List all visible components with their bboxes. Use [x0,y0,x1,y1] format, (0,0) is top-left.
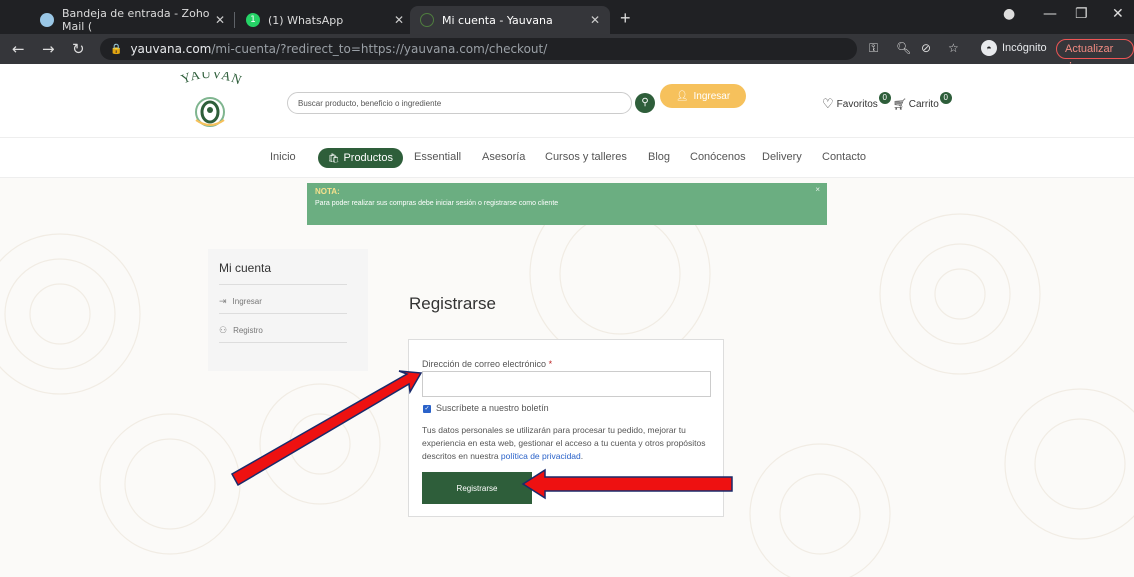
nav-blog[interactable]: Blog [648,151,670,163]
profile-icon[interactable]: ● [1003,6,1015,22]
divider [219,342,347,343]
close-tab-icon[interactable]: ✕ [215,13,225,27]
nav-asesoria[interactable]: Asesoría [482,151,525,163]
key-icon[interactable]: ⚿ [869,41,878,56]
nav-contacto[interactable]: Contacto [822,151,866,163]
url-host: yauvana.com [130,42,212,56]
tab-separator [234,12,235,28]
reload-icon[interactable]: ↻ [72,40,85,58]
account-sidebar: Mi cuenta ⇥ Ingresar ⚇ Registro [208,249,368,371]
update-label: Actualizar [1065,43,1114,55]
privacy-policy-link[interactable]: política de privacidad [501,451,581,461]
new-tab-icon[interactable]: + [620,8,631,29]
tab-yauvana[interactable]: Mi cuenta - Yauvana ✕ [410,6,610,34]
address-bar-row: ← → ↻ 🔒 yauvana.com /mi-cuenta/?redirect… [0,34,1134,73]
yauvana-icon [420,13,434,27]
login-label: Ingresar [693,90,731,102]
nav-cursos[interactable]: Cursos y talleres [545,151,627,163]
register-form: Dirección de correo electrónico * ✓ Susc… [408,339,724,517]
tab-zoho-mail[interactable]: Bandeja de entrada - Zoho Mail ( ✕ [30,6,235,34]
account-title: Mi cuenta [219,261,272,275]
newsletter-label: Suscríbete a nuestro boletín [436,403,549,413]
login-arrow-icon: ⇥ [219,296,227,306]
tab-title: Bandeja de entrada - Zoho Mail ( [62,7,210,33]
main-nav: Inicio 🛍︎ Productos Essentiall Asesoría … [0,138,1134,178]
register-button[interactable]: Registrarse [422,472,532,504]
cart-count-badge: 0 [939,92,952,104]
nav-delivery[interactable]: Delivery [762,151,802,163]
newsletter-checkbox[interactable]: ✓ [423,405,431,413]
user-icon: 👤︎ [675,90,689,102]
close-icon[interactable]: × [815,185,820,194]
nav-productos-label: Productos [343,152,393,164]
site-header: YAUVANA Buscar producto, beneficio o ing… [0,64,1134,138]
favorites-link[interactable]: ♡ Favoritos 0 🛒︎ Carrito 0 [822,92,952,112]
close-tab-icon[interactable]: ✕ [590,13,600,27]
favorites-label: Favoritos [836,98,878,110]
register-title: Registrarse [409,294,496,313]
back-icon[interactable]: ← [12,40,25,58]
account-link-registro[interactable]: ⚇ Registro [219,325,263,336]
notice-title: NOTA: [315,187,340,196]
nav-inicio[interactable]: Inicio [270,151,296,163]
tab-whatsapp[interactable]: 1 (1) WhatsApp ✕ [236,6,414,34]
privacy-notice: Tus datos personales se utilizarán para … [422,424,718,463]
url-bar[interactable]: 🔒 yauvana.com /mi-cuenta/?redirect_to=ht… [100,38,857,60]
divider [219,284,347,285]
forward-icon[interactable]: → [42,40,55,58]
url-path: /mi-cuenta/?redirect_to=https://yauvana.… [211,42,548,56]
add-user-icon: ⚇ [219,325,228,335]
divider [219,313,347,314]
incognito-label: Incógnito [1002,42,1047,54]
account-link-ingresar[interactable]: ⇥ Ingresar [219,296,262,307]
restore-icon[interactable]: ❐ [1075,6,1088,22]
minimize-icon[interactable]: — [1043,6,1057,22]
zoho-mail-icon [40,13,54,27]
tracking-blocked-icon[interactable]: ⊘ [921,41,931,55]
update-button[interactable]: Actualizar ⋮ [1056,39,1134,73]
required-mark: * [548,359,553,369]
browser-tab-bar: Bandeja de entrada - Zoho Mail ( ✕ 1 (1)… [0,0,1134,34]
close-tab-icon[interactable]: ✕ [394,13,404,27]
incognito-icon: ◓ [981,40,997,56]
search-input[interactable]: Buscar producto, beneficio o ingrediente [287,92,632,114]
nav-conocenos[interactable]: Conócenos [690,151,746,163]
email-label-text: Dirección de correo electrónico [422,359,547,369]
notice-text: Para poder realizar sus compras debe ini… [315,200,559,207]
lock-icon: 🔒 [110,43,123,55]
bag-icon: 🛍︎ [328,152,340,163]
email-label: Dirección de correo electrónico * [422,359,552,369]
heart-icon: ♡ [822,96,834,111]
bookmark-star-icon[interactable]: ☆ [948,41,959,55]
tab-title: (1) WhatsApp [268,13,344,27]
cart-label: Carrito [908,98,939,110]
svg-text:YAUVANA: YAUVANA [160,72,245,88]
privacy-end: . [580,451,584,461]
tab-title: Mi cuenta - Yauvana [442,13,553,27]
close-window-icon[interactable]: ✕ [1112,6,1124,22]
zoom-icon[interactable]: 🔍︎ [896,41,911,55]
nav-productos[interactable]: 🛍︎ Productos [318,148,403,168]
incognito-indicator[interactable]: ◓ Incógnito [981,40,1047,56]
yauvana-logo[interactable]: YAUVANA [160,72,260,132]
login-notice: NOTA: Para poder realizar sus compras de… [307,183,827,225]
account-link-label: Registro [233,326,263,335]
whatsapp-icon: 1 [246,13,260,27]
login-button[interactable]: 👤︎ Ingresar [660,84,746,108]
nav-essentiall[interactable]: Essentiall [414,151,461,163]
email-field[interactable] [422,371,711,397]
web-page: YAUVANA Buscar producto, beneficio o ing… [0,64,1134,577]
search-icon[interactable]: ⚲ [635,93,655,113]
cart-icon: 🛒︎ [892,98,907,111]
account-link-label: Ingresar [232,297,262,306]
favorites-count-badge: 0 [878,92,891,104]
